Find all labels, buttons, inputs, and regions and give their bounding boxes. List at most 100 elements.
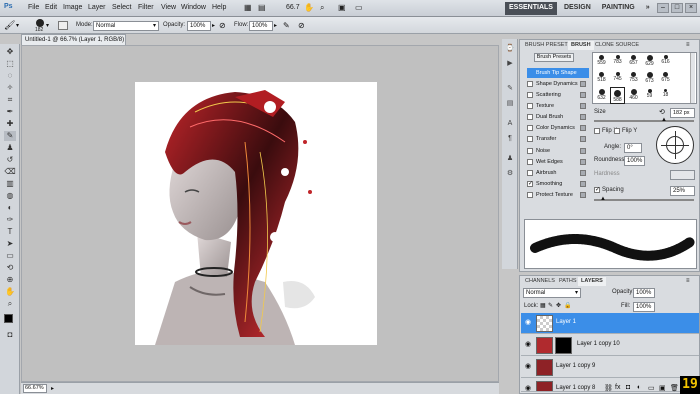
- size-slider[interactable]: [594, 120, 694, 122]
- checkbox[interactable]: [527, 103, 533, 109]
- brush-tip[interactable]: 18: [658, 87, 673, 104]
- layer-opacity-field[interactable]: 100%: [633, 288, 655, 298]
- menu-file[interactable]: File: [28, 4, 39, 11]
- brush-presets-button[interactable]: Brush Presets: [534, 53, 574, 62]
- 3d-orbit-tool-icon[interactable]: ⊕: [4, 275, 16, 285]
- checkbox[interactable]: [527, 159, 533, 165]
- brush-tip[interactable]: 518: [594, 70, 609, 87]
- panel-menu-icon[interactable]: ≡: [686, 42, 690, 48]
- document-tab[interactable]: Untitled-1 @ 66.7% (Layer 1, RGB/8) *: [21, 34, 126, 53]
- brush-picker-arrow-icon[interactable]: ▾: [46, 22, 49, 29]
- status-arrow-icon[interactable]: ▸: [51, 385, 54, 392]
- lock-icon[interactable]: [580, 148, 586, 154]
- brush-tip[interactable]: 657: [626, 53, 641, 70]
- lock-all-icon[interactable]: 🔒: [564, 302, 571, 309]
- toggle-brush-panel-icon[interactable]: [58, 21, 68, 30]
- history-brush-tool-icon[interactable]: ↺: [4, 155, 16, 165]
- brush-tip[interactable]: 460: [626, 87, 641, 104]
- tip-grid-scrollbar[interactable]: [690, 53, 695, 103]
- layer-mask-thumbnail[interactable]: [555, 337, 572, 354]
- option-transfer[interactable]: Transfer: [527, 134, 589, 144]
- opacity-field[interactable]: 100%: [187, 21, 211, 31]
- quick-select-tool-icon[interactable]: ✧: [4, 83, 16, 93]
- spacing-checkbox-checked[interactable]: ✓: [594, 187, 600, 193]
- flip-x-checkbox[interactable]: [594, 128, 600, 134]
- canvas[interactable]: [135, 82, 377, 345]
- brush-tip-selected[interactable]: 588: [610, 87, 625, 104]
- eraser-tool-icon[interactable]: ⌫: [4, 167, 16, 177]
- pressure-size-icon[interactable]: ⊘: [298, 21, 305, 30]
- option-smoothing[interactable]: ✓ Smoothing: [527, 179, 589, 189]
- foreground-color-swatch[interactable]: [4, 314, 13, 323]
- lock-icon[interactable]: [580, 159, 586, 165]
- eyedropper-tool-icon[interactable]: ✒: [4, 107, 16, 117]
- menu-select[interactable]: Select: [112, 4, 131, 11]
- zoom-tool-icon[interactable]: ⌕: [4, 299, 16, 309]
- brush-tip[interactable]: 673: [642, 70, 657, 87]
- bridge-icon[interactable]: ▦: [244, 3, 252, 12]
- tab-layers[interactable]: LAYERS: [578, 277, 606, 286]
- menu-edit[interactable]: Edit: [45, 4, 57, 11]
- checkbox[interactable]: [527, 136, 533, 142]
- checkbox[interactable]: [527, 170, 533, 176]
- workspace-painting[interactable]: PAINTING: [598, 2, 639, 15]
- panel-menu-icon[interactable]: ≡: [686, 278, 690, 284]
- path-select-tool-icon[interactable]: ➤: [4, 239, 16, 249]
- brush-tip[interactable]: 783: [610, 53, 625, 70]
- workspace-design[interactable]: DESIGN: [560, 2, 595, 15]
- lock-transparent-icon[interactable]: ▦: [540, 302, 546, 309]
- history-panel-icon[interactable]: ⌚: [505, 44, 515, 53]
- crop-tool-icon[interactable]: ⌗: [4, 95, 16, 105]
- checkbox[interactable]: [527, 81, 533, 87]
- brush-tip[interactable]: 629: [642, 53, 657, 70]
- eye-icon[interactable]: ◉: [524, 319, 532, 327]
- zoom-tool-icon[interactable]: ⌕: [320, 3, 324, 13]
- fill-field[interactable]: 100%: [633, 302, 655, 312]
- option-texture[interactable]: Texture: [527, 101, 589, 111]
- menu-filter[interactable]: Filter: [138, 4, 154, 11]
- pressure-opacity-icon[interactable]: ⊘: [219, 21, 226, 30]
- blend-mode-dropdown[interactable]: Normal ▾: [523, 288, 581, 298]
- brush-tool-icon[interactable]: ✎: [4, 131, 16, 141]
- lock-icon[interactable]: [580, 125, 586, 131]
- menu-window[interactable]: Window: [181, 4, 206, 11]
- lock-icon[interactable]: [580, 92, 586, 98]
- tab-brush[interactable]: BRUSH: [568, 41, 594, 50]
- flow-arrow-icon[interactable]: ▸: [274, 22, 277, 29]
- tool-presets-icon[interactable]: ⚙: [505, 169, 515, 178]
- brush-tool-icon[interactable]: 🖌: [4, 20, 15, 31]
- tab-clone-source[interactable]: CLONE SOURCE: [592, 41, 642, 50]
- quick-mask-icon[interactable]: ◘: [4, 330, 16, 340]
- tab-paths[interactable]: PATHS: [556, 277, 580, 286]
- tab-channels[interactable]: CHANNELS: [522, 277, 558, 286]
- checkbox[interactable]: [527, 125, 533, 131]
- brush-tip[interactable]: 559: [594, 53, 609, 70]
- spacing-slider[interactable]: [594, 199, 694, 201]
- add-mask-icon[interactable]: ◘: [626, 384, 630, 391]
- option-wet-edges[interactable]: Wet Edges: [527, 157, 589, 167]
- option-airbrush[interactable]: Airbrush: [527, 168, 589, 178]
- option-noise[interactable]: Noise: [527, 146, 589, 156]
- lock-icon[interactable]: [580, 192, 586, 198]
- eye-icon[interactable]: ◉: [524, 363, 532, 371]
- layer-style-icon[interactable]: fx: [615, 384, 620, 391]
- eye-icon[interactable]: ◉: [524, 385, 532, 391]
- checkbox[interactable]: [527, 114, 533, 120]
- clone-source-icon[interactable]: ♟: [505, 154, 515, 163]
- minimize-button[interactable]: –: [657, 3, 669, 13]
- brush-preview-icon[interactable]: [36, 19, 44, 27]
- brush-panel-icon[interactable]: ✎: [505, 84, 515, 93]
- new-group-icon[interactable]: ▭: [648, 384, 655, 392]
- lock-image-icon[interactable]: ✎: [548, 302, 553, 309]
- reset-size-icon[interactable]: ⟲: [659, 108, 665, 116]
- airbrush-icon[interactable]: ✎: [283, 21, 290, 30]
- maximize-button[interactable]: □: [671, 3, 683, 13]
- option-color-dynamics[interactable]: Color Dynamics: [527, 123, 589, 133]
- link-layers-icon[interactable]: ⛓: [604, 384, 613, 392]
- brush-tip[interactable]: 59: [642, 87, 657, 104]
- checkbox-checked[interactable]: ✓: [527, 181, 533, 187]
- mini-bridge-icon[interactable]: ▤: [258, 3, 266, 12]
- lock-icon[interactable]: [580, 170, 586, 176]
- spacing-field[interactable]: 25%: [670, 186, 695, 196]
- zoom-level[interactable]: 66.7: [286, 4, 300, 11]
